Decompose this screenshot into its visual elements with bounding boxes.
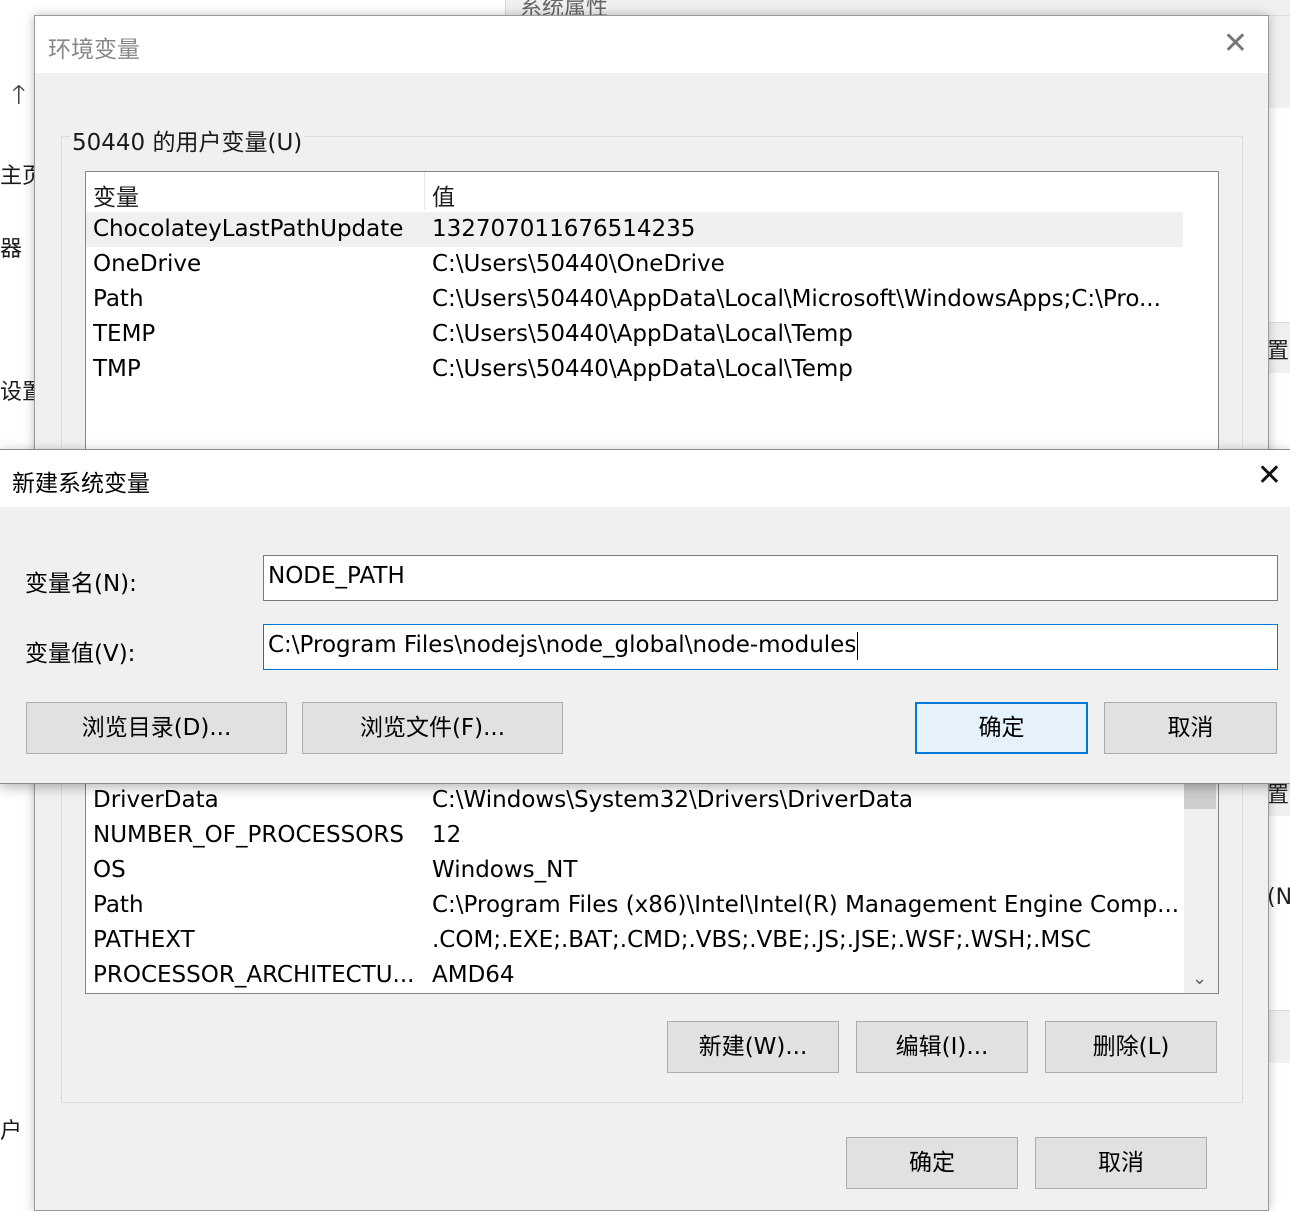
system-edit-button[interactable]: 编辑(I)... xyxy=(856,1021,1028,1073)
bg-right-fragment-1: 置 xyxy=(1267,339,1290,364)
var-value: 12 xyxy=(432,822,462,848)
var-value: C:\Users\50440\AppData\Local\Temp xyxy=(432,356,853,382)
variable-value-input[interactable]: C:\Program Files\nodejs\node_global\node… xyxy=(263,624,1278,670)
env-title-bar: 环境变量 ✕ xyxy=(35,16,1268,73)
var-value: C:\Users\50440\OneDrive xyxy=(432,251,725,277)
bg-right-strip xyxy=(1267,1010,1290,1063)
var-name: PROCESSOR_ARCHITECTU... xyxy=(93,962,415,988)
ok-button[interactable]: 确定 xyxy=(915,702,1088,754)
user-variables-label: 50440 的用户变量(U) xyxy=(70,123,305,157)
close-icon[interactable]: ✕ xyxy=(1223,26,1248,61)
var-name: TEMP xyxy=(93,321,156,347)
var-name: Path xyxy=(93,892,144,918)
browse-directory-button[interactable]: 浏览目录(D)... xyxy=(26,702,287,754)
column-header-variable[interactable]: 变量 xyxy=(93,178,139,212)
chevron-down-icon[interactable]: ⌄ xyxy=(1192,968,1207,989)
ok-button[interactable]: 确定 xyxy=(846,1137,1018,1189)
variable-name-text: NODE_PATH xyxy=(268,563,405,589)
list-row[interactable]: DriverData C:\Windows\System32\Drivers\D… xyxy=(86,783,1183,818)
scrollbar-thumb[interactable] xyxy=(1184,783,1216,809)
list-row[interactable]: TEMP C:\Users\50440\AppData\Local\Temp xyxy=(86,317,1183,352)
list-row[interactable]: ChocolateyLastPathUpdate 132707011676514… xyxy=(86,212,1183,247)
back-arrow-icon[interactable]: 🡑 xyxy=(12,76,26,120)
cancel-button[interactable]: 取消 xyxy=(1035,1137,1207,1189)
browse-file-button[interactable]: 浏览文件(F)... xyxy=(302,702,563,754)
list-header: 变量 值 xyxy=(86,172,1218,212)
env-dialog-title: 环境变量 xyxy=(48,37,140,63)
var-value: C:\Windows\System32\Drivers\DriverData xyxy=(432,787,913,813)
list-row[interactable]: Path C:\Program Files (x86)\Intel\Intel(… xyxy=(86,888,1183,923)
list-row[interactable]: OneDrive C:\Users\50440\OneDrive xyxy=(86,247,1183,282)
bg-system-properties-title: 系统属性 xyxy=(520,0,609,16)
var-name: ChocolateyLastPathUpdate xyxy=(93,216,404,242)
variable-value-text: C:\Program Files\nodejs\node_global\node… xyxy=(268,632,857,658)
column-header-value[interactable]: 值 xyxy=(432,178,455,212)
var-value: 132707011676514235 xyxy=(432,216,696,242)
bg-home-link[interactable]: 主页 xyxy=(0,158,34,190)
variable-name-label: 变量名(N): xyxy=(25,571,137,597)
var-value: C:\Program Files (x86)\Intel\Intel(R) Ma… xyxy=(432,892,1177,918)
list-row[interactable]: NUMBER_OF_PROCESSORS 12 xyxy=(86,818,1183,853)
list-row[interactable]: TMP C:\Users\50440\AppData\Local\Temp xyxy=(86,352,1183,387)
var-name: Path xyxy=(93,286,144,312)
var-name: DriverData xyxy=(93,787,219,813)
var-value: Windows_NT xyxy=(432,857,578,883)
var-value: AMD64 xyxy=(432,962,515,988)
list-row[interactable]: PROCESSOR_ARCHITECTU... AMD64 xyxy=(86,958,1183,993)
var-name: OS xyxy=(93,857,126,883)
list-row[interactable]: Path C:\Users\50440\AppData\Local\Micros… xyxy=(86,282,1183,317)
system-new-button[interactable]: 新建(W)... xyxy=(667,1021,839,1073)
var-value: C:\Users\50440\AppData\Local\Microsoft\W… xyxy=(432,286,1161,312)
var-name: PATHEXT xyxy=(93,927,195,953)
new-var-title-bar: 新建系统变量 ✕ xyxy=(0,450,1290,507)
bg-fragment-4: 户 xyxy=(0,1119,23,1144)
var-value: .COM;.EXE;.BAT;.CMD;.VBS;.VBE;.JS;.JSE;.… xyxy=(432,927,1091,953)
variable-name-input[interactable]: NODE_PATH xyxy=(263,555,1278,601)
var-name: NUMBER_OF_PROCESSORS xyxy=(93,822,404,848)
bg-system-properties-window: 系统属性 xyxy=(505,0,1290,16)
var-name: TMP xyxy=(93,356,141,382)
bg-settings-link: 设置 xyxy=(0,380,34,405)
variable-value-label: 变量值(V): xyxy=(25,641,136,667)
cancel-button[interactable]: 取消 xyxy=(1104,702,1277,754)
var-name: OneDrive xyxy=(93,251,202,277)
list-row[interactable]: OS Windows_NT xyxy=(86,853,1183,888)
list-row[interactable]: PATHEXT .COM;.EXE;.BAT;.CMD;.VBS;.VBE;.J… xyxy=(86,923,1183,958)
column-separator[interactable] xyxy=(424,172,425,210)
close-icon[interactable]: ✕ xyxy=(1257,458,1282,493)
new-system-variable-dialog: 新建系统变量 ✕ 变量名(N): NODE_PATH 变量值(V): C:\Pr… xyxy=(0,449,1290,784)
user-variables-list[interactable]: 变量 值 ChocolateyLastPathUpdate 1327070116… xyxy=(85,171,1219,458)
bg-fragment-2: 器 xyxy=(0,237,23,262)
new-var-dialog-title: 新建系统变量 xyxy=(12,471,150,497)
text-caret xyxy=(857,631,859,660)
bg-right-strip xyxy=(1267,15,1290,108)
var-value: C:\Users\50440\AppData\Local\Temp xyxy=(432,321,853,347)
bg-right-fragment-3: (N xyxy=(1267,885,1290,910)
system-delete-button[interactable]: 删除(L) xyxy=(1045,1021,1217,1073)
